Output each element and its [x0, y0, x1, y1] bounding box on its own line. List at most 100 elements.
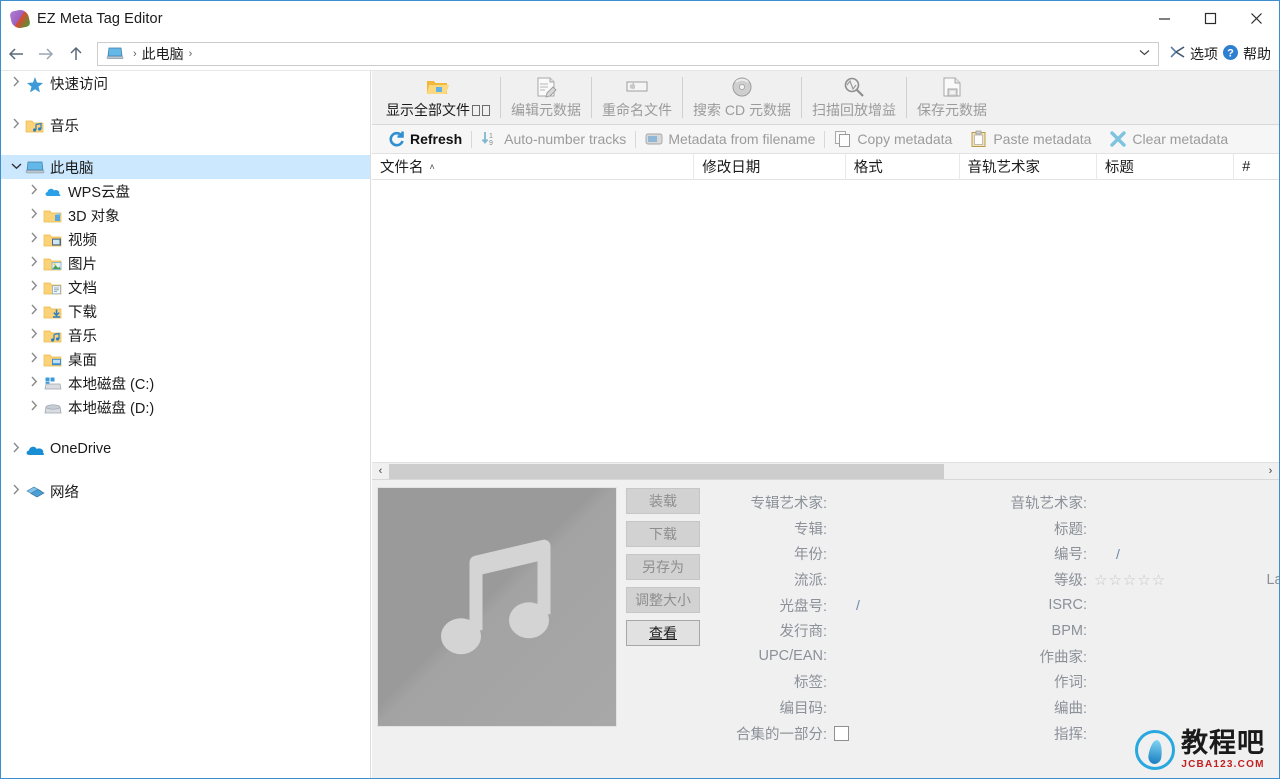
metadata-field-label: 等级: — [1053, 573, 1087, 590]
3d-folder-icon — [43, 207, 63, 224]
chevron-right-icon[interactable] — [7, 76, 25, 90]
metadata-field-checkbox[interactable] — [834, 725, 849, 741]
album-art-preview[interactable] — [377, 487, 617, 727]
sidebar-item-14[interactable]: 网络 — [1, 479, 370, 503]
missing-glyph-box — [482, 105, 490, 116]
chevron-right-icon[interactable] — [25, 352, 43, 366]
folder-tree-pane[interactable]: 快速访问 音乐 此电脑 WPS云盘 3D 对象 视频 图片 文档 下载 音乐 桌面 本地磁盘 (C:)… — [1, 71, 371, 778]
metadata-field-row: 等级: ☆☆☆☆☆ — [972, 567, 1222, 593]
svg-text:9: 9 — [489, 140, 493, 147]
chevron-right-icon[interactable] — [25, 304, 43, 318]
metadata-field-label: UPC/EAN: — [758, 648, 828, 665]
options-help-group: 选项 ? 帮助 — [1163, 44, 1279, 64]
chevron-right-icon[interactable] — [25, 280, 43, 294]
water-drop-logo-icon — [1135, 730, 1175, 770]
chevron-down-icon[interactable] — [7, 161, 25, 173]
metadata-field-row: 标签: — [712, 669, 972, 695]
sidebar-item-label: 音乐 — [50, 118, 79, 135]
sidebar-item-5[interactable]: 视频 — [1, 227, 370, 251]
metadata-field-label: BPM: — [1051, 622, 1087, 639]
column-header-label: 标题 — [1104, 160, 1134, 176]
sidebar-item-4[interactable]: 3D 对象 — [1, 203, 370, 227]
scroll-right-arrow[interactable]: › — [1262, 465, 1279, 477]
scrollbar-thumb[interactable] — [389, 463, 944, 479]
chevron-right-icon[interactable] — [25, 208, 43, 222]
up-arrow-icon[interactable] — [61, 39, 91, 69]
chevron-right-icon[interactable] — [25, 232, 43, 246]
sidebar-item-label: 3D 对象 — [68, 208, 120, 225]
sidebar-item-9[interactable]: 音乐 — [1, 323, 370, 347]
paste-icon — [970, 130, 988, 148]
sidebar-item-11[interactable]: 本地磁盘 (C:) — [1, 371, 370, 395]
sidebar-item-12[interactable]: 本地磁盘 (D:) — [1, 395, 370, 419]
sidebar-item-3[interactable]: WPS云盘 — [1, 179, 370, 203]
breadcrumb-item-this-pc[interactable]: 此电脑 — [142, 44, 184, 64]
sidebar-item-1[interactable]: 音乐 — [1, 113, 370, 137]
network-icon — [25, 483, 45, 500]
chevron-right-icon[interactable] — [7, 484, 25, 498]
options-button[interactable]: 选项 — [1169, 44, 1218, 64]
sidebar-item-10[interactable]: 桌面 — [1, 347, 370, 371]
column-header-3[interactable]: 音轨艺术家 — [958, 153, 1096, 180]
album-art-buttons: 装载 下载 另存为 调整大小 查看 — [622, 487, 704, 778]
forward-arrow-icon[interactable] — [31, 39, 61, 69]
chevron-right-icon[interactable] — [7, 118, 25, 132]
metadata-field-row: ISRC: — [972, 592, 1222, 618]
metadata-field-label: 音轨艺术家: — [1010, 496, 1087, 513]
metadata-field-row: BPM: — [972, 618, 1222, 644]
chevron-right-icon[interactable] — [25, 184, 43, 198]
file-list-body[interactable]: 知软博客-www.knowr.cn — [372, 180, 1279, 462]
star-pin-icon — [25, 75, 45, 92]
toolbar-button-0[interactable]: 显示全部文件 — [376, 71, 500, 124]
chevron-right-icon[interactable] — [25, 376, 43, 390]
column-header-4[interactable]: 标题 — [1095, 153, 1233, 180]
wrench-icon — [1169, 44, 1186, 64]
column-header-1[interactable]: 修改日期 — [693, 153, 844, 180]
address-bar[interactable]: › 此电脑 › — [97, 41, 1159, 66]
column-header-5[interactable]: # — [1233, 153, 1279, 180]
chevron-right-icon[interactable] — [7, 442, 25, 456]
metadata-field-label: 工程师: — [1222, 518, 1279, 539]
secondary-toolbar: Refresh 1 9 Auto-number tracks Metadata from… — [372, 125, 1279, 154]
close-button[interactable] — [1233, 1, 1279, 37]
maximize-button[interactable] — [1187, 1, 1233, 37]
metadata-field-label: 流派: — [793, 573, 827, 590]
brand-name: 教程吧 — [1181, 728, 1265, 758]
chevron-down-icon[interactable] — [1139, 48, 1154, 59]
help-button[interactable]: ? 帮助 — [1222, 44, 1271, 64]
metadata-field-label: 光盘号: — [779, 598, 827, 615]
metadata-field-row: 工程师: — [1222, 516, 1279, 542]
sidebar-item-8[interactable]: 下载 — [1, 299, 370, 323]
column-header-0[interactable]: 文件名 ˄ — [372, 154, 693, 180]
scroll-left-arrow[interactable]: ‹ — [372, 465, 389, 477]
chevron-right-icon[interactable] — [25, 400, 43, 414]
horizontal-scrollbar[interactable]: ‹ › — [372, 462, 1279, 479]
subtoolbar-button-0[interactable]: Refresh — [378, 125, 471, 154]
sidebar-item-2[interactable]: 此电脑 — [1, 155, 370, 179]
subtoolbar-button-1: 1 9 Auto-number tracks — [472, 125, 635, 154]
back-arrow-icon[interactable] — [1, 39, 31, 69]
metadata-field-label: 制作: — [1222, 543, 1279, 564]
chevron-right-icon[interactable] — [25, 328, 43, 342]
sidebar-item-7[interactable]: 文档 — [1, 275, 370, 299]
minimize-button[interactable] — [1141, 1, 1187, 37]
album-art-button-4[interactable]: 查看 — [626, 620, 700, 646]
breadcrumb-separator: › — [133, 47, 137, 60]
sidebar-item-label: 快速访问 — [50, 76, 108, 93]
metadata-field-row: 注释: — [1222, 669, 1279, 695]
chevron-right-icon[interactable] — [25, 256, 43, 270]
window-title: EZ Meta Tag Editor — [37, 10, 163, 27]
metadata-field-row: Language: — [1222, 567, 1279, 593]
sidebar-item-6[interactable]: 图片 — [1, 251, 370, 275]
column-header-2[interactable]: 格式 — [844, 153, 959, 180]
sidebar-item-0[interactable]: 快速访问 — [1, 71, 370, 95]
rating-stars[interactable]: ☆☆☆☆☆ — [1094, 571, 1166, 589]
metadata-field-label: 合集的一部分: — [735, 726, 827, 743]
column-header-label: 音轨艺术家 — [967, 160, 1041, 176]
metadata-field-row: 合集的一部分: — [712, 720, 972, 746]
sidebar-item-13[interactable]: OneDrive — [1, 437, 370, 461]
toolbar-button-label: 显示全部文件 — [386, 100, 490, 120]
column-header-label: 修改日期 — [702, 160, 761, 176]
column-header-label: 文件名 — [380, 160, 424, 176]
metadata-field-row: 专辑艺术家: — [712, 490, 972, 516]
